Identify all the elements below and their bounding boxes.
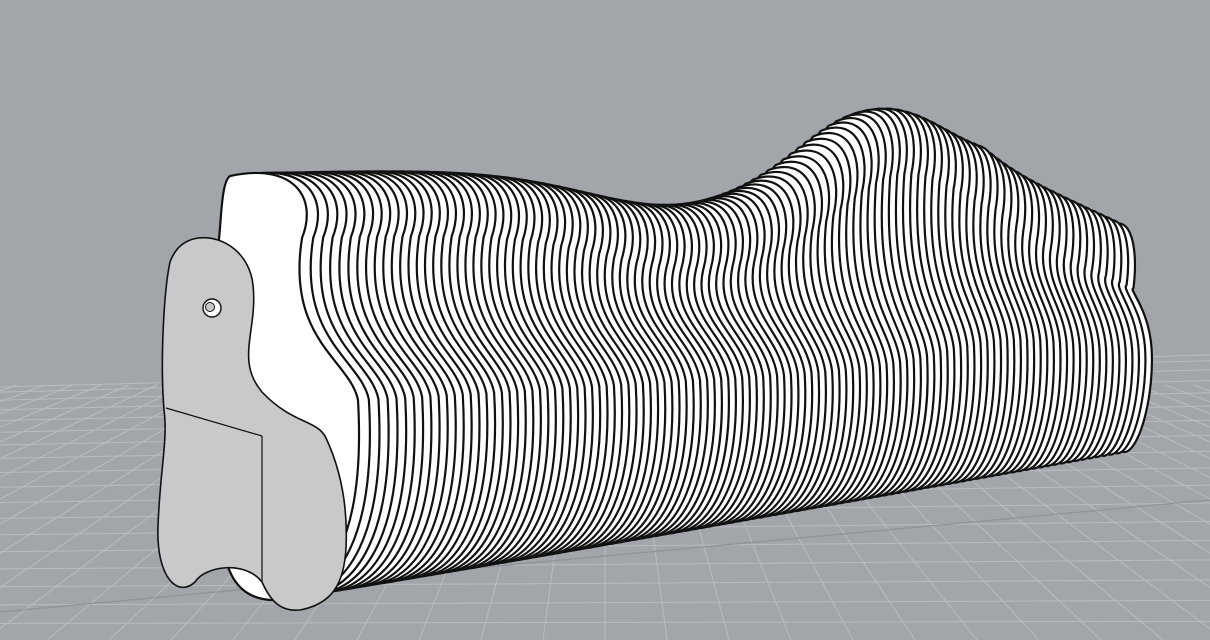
connector-hole-inner — [205, 302, 215, 312]
3d-viewport[interactable] — [0, 0, 1210, 640]
scene-canvas[interactable] — [0, 0, 1210, 640]
